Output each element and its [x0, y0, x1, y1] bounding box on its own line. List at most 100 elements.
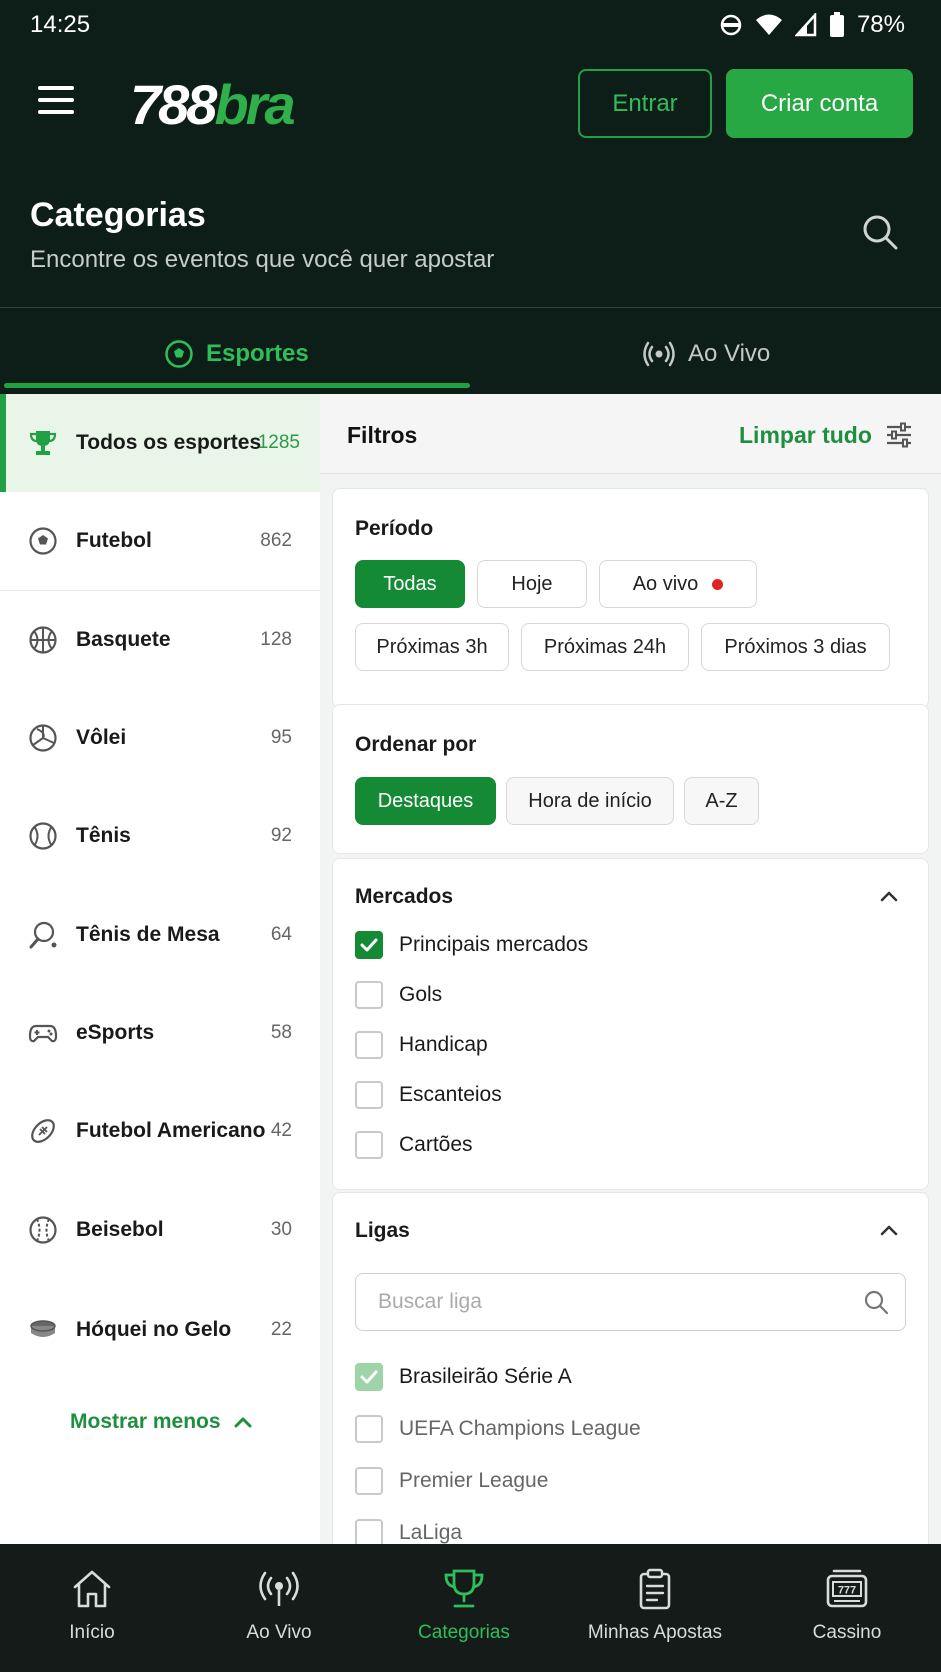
nav-cassino[interactable]: 777 Cassino — [753, 1566, 941, 1656]
markets-title: Mercados — [355, 885, 454, 908]
svg-text:777: 777 — [838, 1585, 856, 1597]
chevron-up-icon[interactable] — [878, 1219, 900, 1241]
show-less-label: Mostrar menos — [70, 1410, 221, 1433]
slot-machine-icon: 777 — [826, 1569, 868, 1608]
league-option[interactable]: Premier League — [355, 1465, 548, 1497]
menu-icon[interactable] — [38, 86, 74, 118]
period-card: Período Todas Hoje Ao vivo Próximas 3h P… — [332, 488, 929, 708]
sport-count: 64 — [270, 924, 292, 945]
page-title: Categorias — [30, 196, 206, 234]
login-button[interactable]: Entrar — [578, 69, 712, 138]
sports-list: Todos os esportes 1285 Futebol 862 Basqu… — [0, 394, 320, 1544]
league-option[interactable]: Brasileirão Série A — [355, 1361, 572, 1393]
nav-ao-vivo[interactable]: Ao Vivo — [185, 1566, 373, 1656]
sport-item-futebol-americano[interactable]: Futebol Americano 42 — [0, 1082, 320, 1180]
tab-ao-vivo-label: Ao Vivo — [688, 340, 771, 367]
chip-ao-vivo-label: Ao vivo — [632, 572, 699, 595]
checkbox-checked[interactable] — [355, 931, 383, 959]
chevron-up-icon[interactable] — [878, 885, 900, 907]
leagues-title: Ligas — [355, 1219, 410, 1242]
clipboard-icon — [639, 1568, 671, 1610]
market-option[interactable]: Handicap — [355, 1029, 488, 1061]
tab-esportes[interactable]: Esportes — [164, 322, 309, 386]
search-icon[interactable] — [860, 212, 900, 252]
checkbox[interactable] — [355, 1415, 383, 1443]
sport-name: Basquete — [76, 628, 171, 651]
sport-item-beisebol[interactable]: Beisebol 30 — [0, 1181, 320, 1279]
signup-button[interactable]: Criar conta — [726, 69, 913, 138]
league-label: LaLiga — [399, 1521, 463, 1544]
sliders-icon[interactable] — [884, 420, 914, 450]
filters-panel: Filtros Limpar tudo Período Todas Hoje A… — [320, 394, 941, 1544]
sport-count: 128 — [260, 629, 292, 650]
sport-item-tenis-de-mesa[interactable]: Tênis de Mesa 64 — [0, 886, 320, 984]
sport-item-esports[interactable]: eSports 58 — [0, 984, 320, 1082]
nav-inicio[interactable]: Início — [0, 1566, 186, 1656]
show-less-button[interactable]: Mostrar menos — [70, 1410, 253, 1434]
nav-label: Minhas Apostas — [587, 1622, 723, 1643]
nav-label: Categorias — [418, 1622, 510, 1643]
app-bar: 788bra Entrar Criar conta — [0, 68, 941, 138]
gamepad-icon — [28, 1024, 58, 1043]
sport-count: 22 — [270, 1319, 292, 1340]
league-search-field — [355, 1273, 906, 1331]
nav-categorias[interactable]: Categorias — [370, 1566, 558, 1656]
checkbox[interactable] — [355, 1131, 383, 1159]
nav-minhas-apostas[interactable]: Minhas Apostas — [561, 1566, 749, 1656]
live-dot-icon — [712, 578, 724, 590]
hockey-puck-icon — [30, 1320, 56, 1337]
brand-logo[interactable]: 788bra — [130, 70, 296, 140]
sport-item-hoquei-no-gelo[interactable]: Hóquei no Gelo 22 — [0, 1281, 320, 1379]
sport-item-futebol[interactable]: Futebol 862 — [0, 492, 320, 590]
volleyball-icon — [29, 724, 57, 752]
home-icon — [73, 1570, 111, 1608]
table-tennis-icon — [29, 921, 57, 949]
checkbox[interactable] — [355, 1467, 383, 1495]
chip-proximas-24h[interactable]: Próximas 24h — [521, 623, 689, 671]
market-option[interactable]: Principais mercados — [355, 929, 588, 961]
nav-label: Cassino — [812, 1622, 882, 1643]
chip-ao-vivo[interactable]: Ao vivo — [599, 560, 757, 608]
status-time: 14:25 — [30, 11, 91, 38]
sport-count: 95 — [270, 727, 292, 748]
status-bar: 14:25 78% — [30, 10, 905, 40]
chip-destaques[interactable]: Destaques — [355, 777, 496, 825]
search-icon[interactable] — [863, 1289, 889, 1315]
sport-item-todos[interactable]: Todos os esportes 1285 — [0, 394, 320, 492]
league-option[interactable]: LaLiga — [355, 1517, 462, 1544]
market-option[interactable]: Gols — [355, 979, 442, 1011]
checkbox[interactable] — [355, 1081, 383, 1109]
active-tab-indicator — [4, 383, 470, 388]
clear-all-button[interactable]: Limpar tudo — [739, 422, 872, 449]
checkbox-checked[interactable] — [355, 1363, 383, 1391]
chip-hora-de-inicio[interactable]: Hora de início — [506, 777, 674, 825]
league-label: UEFA Champions League — [399, 1417, 641, 1440]
checkbox[interactable] — [355, 1031, 383, 1059]
chip-hoje[interactable]: Hoje — [477, 560, 587, 608]
market-label: Gols — [399, 983, 443, 1006]
sport-count: 1285 — [257, 432, 300, 453]
sport-item-volei[interactable]: Vôlei 95 — [0, 689, 320, 787]
sport-count: 862 — [260, 530, 292, 551]
league-label: Premier League — [399, 1469, 549, 1492]
market-option[interactable]: Cartões — [355, 1129, 473, 1161]
tab-esportes-label: Esportes — [206, 340, 309, 367]
chip-todas[interactable]: Todas — [355, 560, 465, 608]
soccer-ball-icon — [29, 527, 57, 555]
tab-ao-vivo[interactable]: Ao Vivo — [642, 322, 770, 386]
league-option[interactable]: UEFA Champions League — [355, 1413, 641, 1445]
league-search-input[interactable] — [378, 1286, 838, 1318]
sport-item-tenis[interactable]: Tênis 92 — [0, 787, 320, 885]
chip-proximos-3-dias[interactable]: Próximos 3 dias — [701, 623, 890, 671]
chip-a-z[interactable]: A-Z — [684, 777, 759, 825]
chip-proximas-3h[interactable]: Próximas 3h — [355, 623, 509, 671]
checkbox[interactable] — [355, 1519, 383, 1544]
checkbox[interactable] — [355, 981, 383, 1009]
sport-name: Todos os esportes — [76, 431, 262, 454]
leagues-card: Ligas Brasileirão Série A UEFA Champions… — [332, 1192, 929, 1544]
sport-name: Tênis de Mesa — [76, 923, 220, 946]
sport-item-basquete[interactable]: Basquete 128 — [0, 591, 320, 689]
broadcast-icon — [259, 1571, 299, 1606]
filters-header: Filtros Limpar tudo — [320, 394, 941, 474]
market-option[interactable]: Escanteios — [355, 1079, 502, 1111]
